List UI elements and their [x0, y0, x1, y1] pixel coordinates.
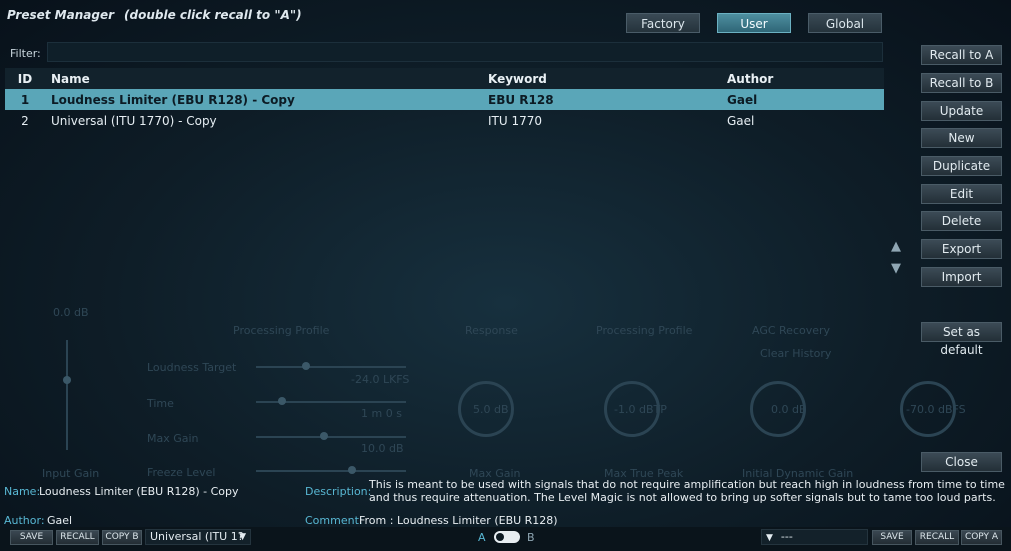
column-header-author[interactable]: Author [727, 72, 884, 86]
bg-slider [256, 470, 406, 472]
table-row[interactable]: 1 Loudness Limiter (EBU R128) - Copy EBU… [5, 89, 884, 110]
column-header-name[interactable]: Name [45, 72, 488, 86]
column-header-keyword[interactable]: Keyword [488, 72, 727, 86]
column-header-id[interactable]: ID [5, 72, 45, 86]
bg-label: Input Gain [42, 467, 100, 480]
name-label: Name: [4, 485, 41, 498]
bg-label: Response [465, 324, 518, 337]
table-row[interactable]: 2 Universal (ITU 1770) - Copy ITU 1770 G… [5, 110, 884, 131]
author-label: Author: [4, 514, 45, 527]
bg-vertical-slider [66, 340, 68, 450]
dialog-title: Preset Manager (double click recall to "A… [7, 8, 302, 22]
bg-knob [604, 381, 660, 437]
comment-label: Comment: [305, 514, 363, 527]
bg-slider [256, 366, 406, 368]
description-value: This is meant to be used with signals th… [369, 478, 1005, 504]
author-value: Gael [47, 514, 73, 527]
bg-label: Clear History [760, 347, 832, 360]
preset-selector-a[interactable]: Universal (ITU 1? ▼ [145, 529, 251, 545]
copy-b-button[interactable]: COPY B [102, 530, 142, 545]
preset-a-value: Universal (ITU 1? [150, 530, 244, 543]
description-label: Description: [305, 485, 372, 498]
bg-slider-dot [348, 466, 356, 474]
filter-label: Filter: [10, 47, 41, 60]
import-button[interactable]: Import [921, 267, 1002, 287]
bg-label: 1 m 0 s [361, 407, 402, 420]
ab-toggle[interactable] [494, 531, 520, 543]
row-name: Loudness Limiter (EBU R128) - Copy [51, 92, 295, 107]
bg-label: Processing Profile [233, 324, 330, 337]
row-keyword: ITU 1770 [488, 113, 543, 128]
bg-knob [750, 381, 806, 437]
chevron-down-icon: ▼ [239, 532, 246, 542]
recall-b-button[interactable]: RECALL [915, 530, 959, 545]
recall-a-button[interactable]: RECALL [56, 530, 99, 545]
bg-knob [900, 381, 956, 437]
save-a-button[interactable]: SAVE [10, 530, 53, 545]
b-label: B [527, 531, 535, 544]
row-name: Universal (ITU 1770) - Copy [51, 113, 217, 128]
a-label: A [478, 531, 486, 544]
row-keyword: EBU R128 [488, 92, 554, 107]
preset-selector-b[interactable]: ▼ --- [761, 529, 868, 545]
update-button[interactable]: Update [921, 101, 1002, 121]
move-down-icon[interactable]: ▼ [891, 261, 901, 276]
bg-slider [256, 436, 406, 438]
close-button[interactable]: Close [921, 452, 1002, 472]
row-id: 1 [20, 92, 30, 107]
filter-input[interactable] [47, 42, 883, 62]
bg-label: Loudness Target [147, 361, 237, 374]
bg-label: Time [147, 397, 174, 410]
bg-label: 10.0 dB [361, 442, 404, 455]
bg-slider-dot [63, 376, 71, 384]
bg-slider-dot [278, 397, 286, 405]
chevron-down-icon: ▼ [766, 533, 773, 543]
edit-button[interactable]: Edit [921, 184, 1002, 204]
bg-label: AGC Recovery [752, 324, 831, 337]
export-button[interactable]: Export [921, 239, 1002, 259]
bg-knob [458, 381, 514, 437]
bg-slider-dot [320, 432, 328, 440]
toggle-knob [496, 533, 504, 541]
row-id: 2 [21, 113, 29, 128]
preset-table: ID Name Keyword Author 1 Loudness Limite… [5, 68, 884, 131]
delete-button[interactable]: Delete [921, 211, 1002, 231]
recall-to-a-button[interactable]: Recall to A [921, 45, 1002, 65]
duplicate-button[interactable]: Duplicate [921, 156, 1002, 176]
tab-factory[interactable]: Factory [626, 13, 700, 33]
bg-label: -24.0 LKFS [351, 373, 410, 386]
tab-global[interactable]: Global [808, 13, 882, 33]
bg-slider-dot [302, 362, 310, 370]
move-up-icon[interactable]: ▲ [891, 239, 901, 254]
comment-value: From : Loudness Limiter (EBU R128) [359, 514, 558, 527]
title-hint: (double click recall to "A") [124, 8, 302, 22]
tab-user[interactable]: User [717, 13, 791, 33]
bg-label: Processing Profile [596, 324, 693, 337]
bg-label: Freeze Level [147, 466, 216, 479]
bg-label: 0.0 dB [53, 306, 89, 319]
set-as-default-button[interactable]: Set as default [921, 322, 1002, 357]
preset-b-value: --- [780, 530, 793, 543]
bg-label: Max Gain [147, 432, 199, 445]
row-author: Gael [727, 92, 758, 107]
row-author: Gael [727, 113, 755, 128]
save-b-button[interactable]: SAVE [872, 530, 912, 545]
title-text: Preset Manager [7, 8, 115, 22]
table-header: ID Name Keyword Author [5, 68, 884, 89]
recall-to-b-button[interactable]: Recall to B [921, 73, 1002, 93]
new-button[interactable]: New [921, 128, 1002, 148]
copy-a-button[interactable]: COPY A [961, 530, 1002, 545]
name-value: Loudness Limiter (EBU R128) - Copy [39, 485, 239, 498]
